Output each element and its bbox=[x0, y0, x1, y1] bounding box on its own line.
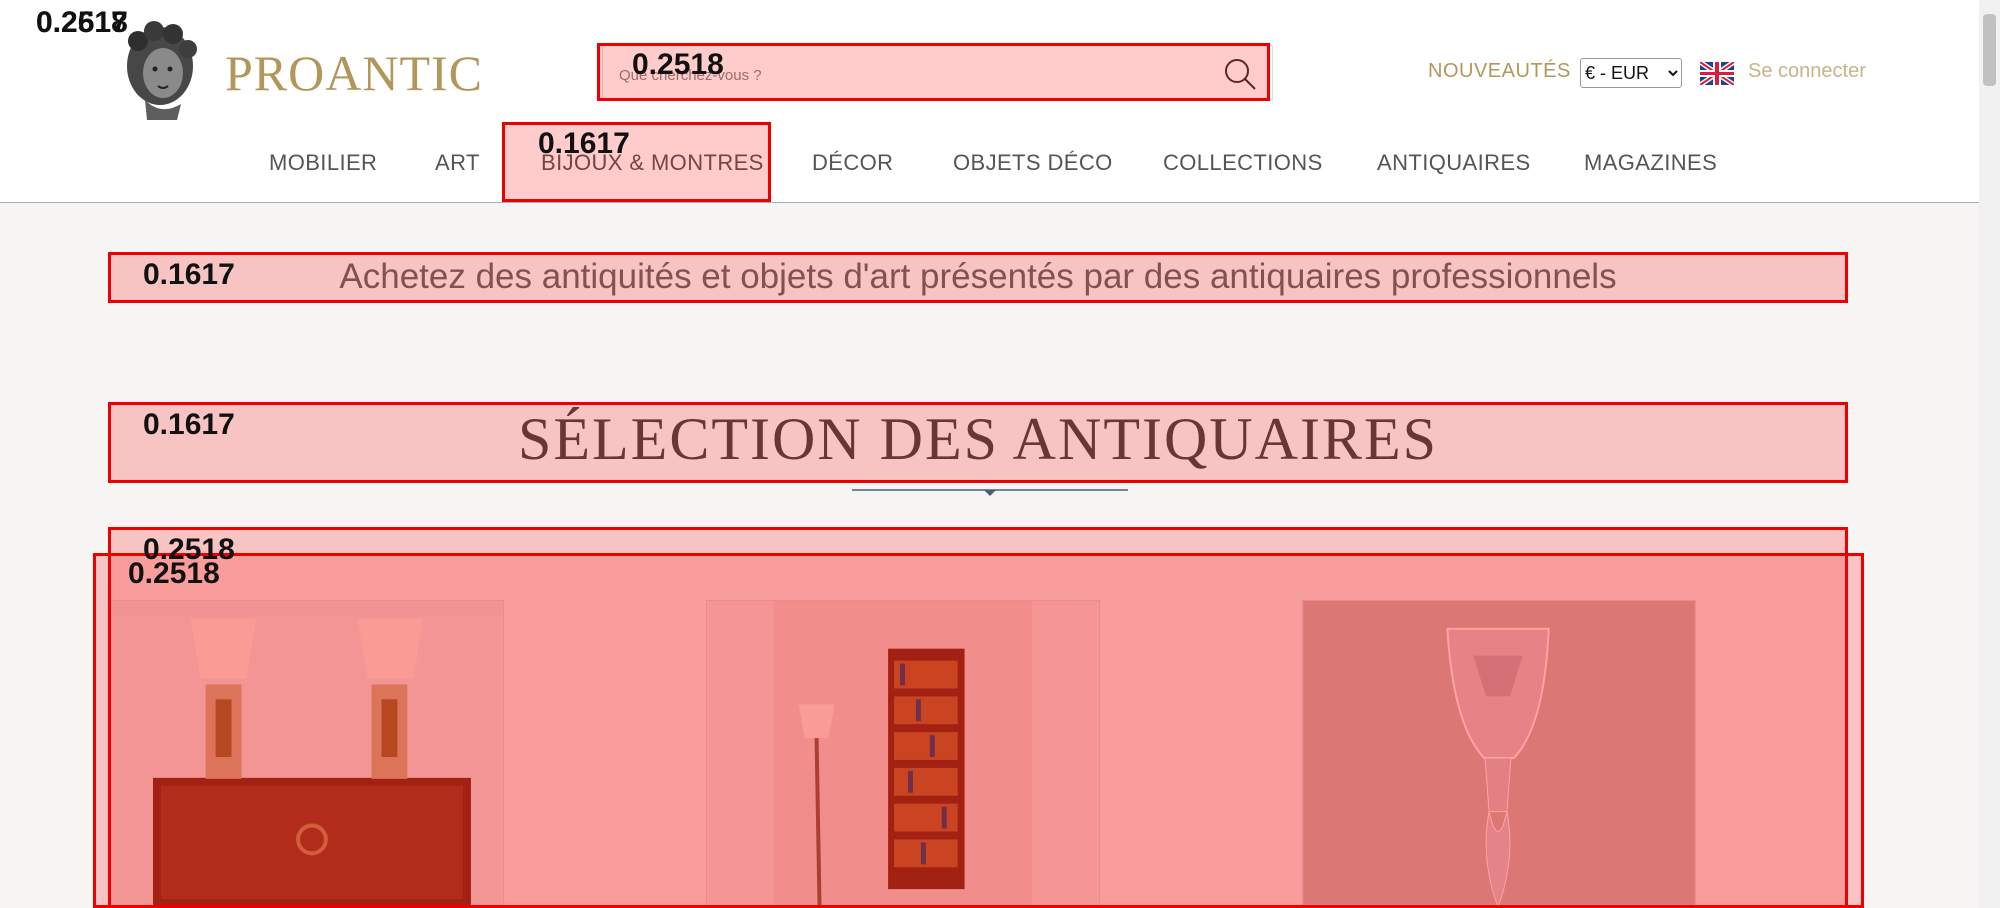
title-score: 0.1617 bbox=[143, 408, 235, 441]
nav-item-mobilier[interactable]: MOBILIER bbox=[269, 150, 377, 176]
uk-flag-icon[interactable] bbox=[1700, 62, 1734, 85]
nav-item-decor[interactable]: DÉCOR bbox=[812, 150, 893, 176]
nav-score: 0.1617 bbox=[538, 127, 630, 160]
section-divider bbox=[852, 489, 1128, 496]
main-navigation: MOBILIER ART BIJOUX & MONTRES DÉCOR OBJE… bbox=[0, 150, 1979, 180]
login-link[interactable]: Se connecter bbox=[1748, 60, 1866, 83]
currency-select[interactable]: € - EUR bbox=[1580, 58, 1682, 88]
tagline-highlight bbox=[108, 252, 1848, 303]
nav-item-collections[interactable]: COLLECTIONS bbox=[1163, 150, 1323, 176]
nav-item-objets-deco[interactable]: OBJETS DÉCO bbox=[953, 150, 1113, 176]
tagline-score: 0.1617 bbox=[143, 258, 235, 291]
scrollbar-thumb[interactable] bbox=[1983, 14, 1996, 86]
search-score: 0.2518 bbox=[632, 48, 724, 81]
nav-item-art[interactable]: ART bbox=[435, 150, 480, 176]
page-scrollbar[interactable] bbox=[1979, 0, 2000, 908]
products-highlight-inner bbox=[93, 553, 1864, 908]
products-score-inner: 0.2518 bbox=[128, 557, 220, 590]
site-logo-text[interactable]: PROANTIC bbox=[225, 44, 483, 102]
nav-item-antiquaires[interactable]: ANTIQUAIRES bbox=[1377, 150, 1531, 176]
title-highlight bbox=[108, 402, 1848, 483]
site-header: PROANTIC NOUVEAUTÉS € - EUR Se connecter… bbox=[0, 0, 1979, 203]
nav-item-magazines[interactable]: MAGAZINES bbox=[1584, 150, 1717, 176]
corner-score-b: 0.2518 bbox=[36, 6, 128, 39]
news-link[interactable]: NOUVEAUTÉS bbox=[1428, 60, 1571, 83]
